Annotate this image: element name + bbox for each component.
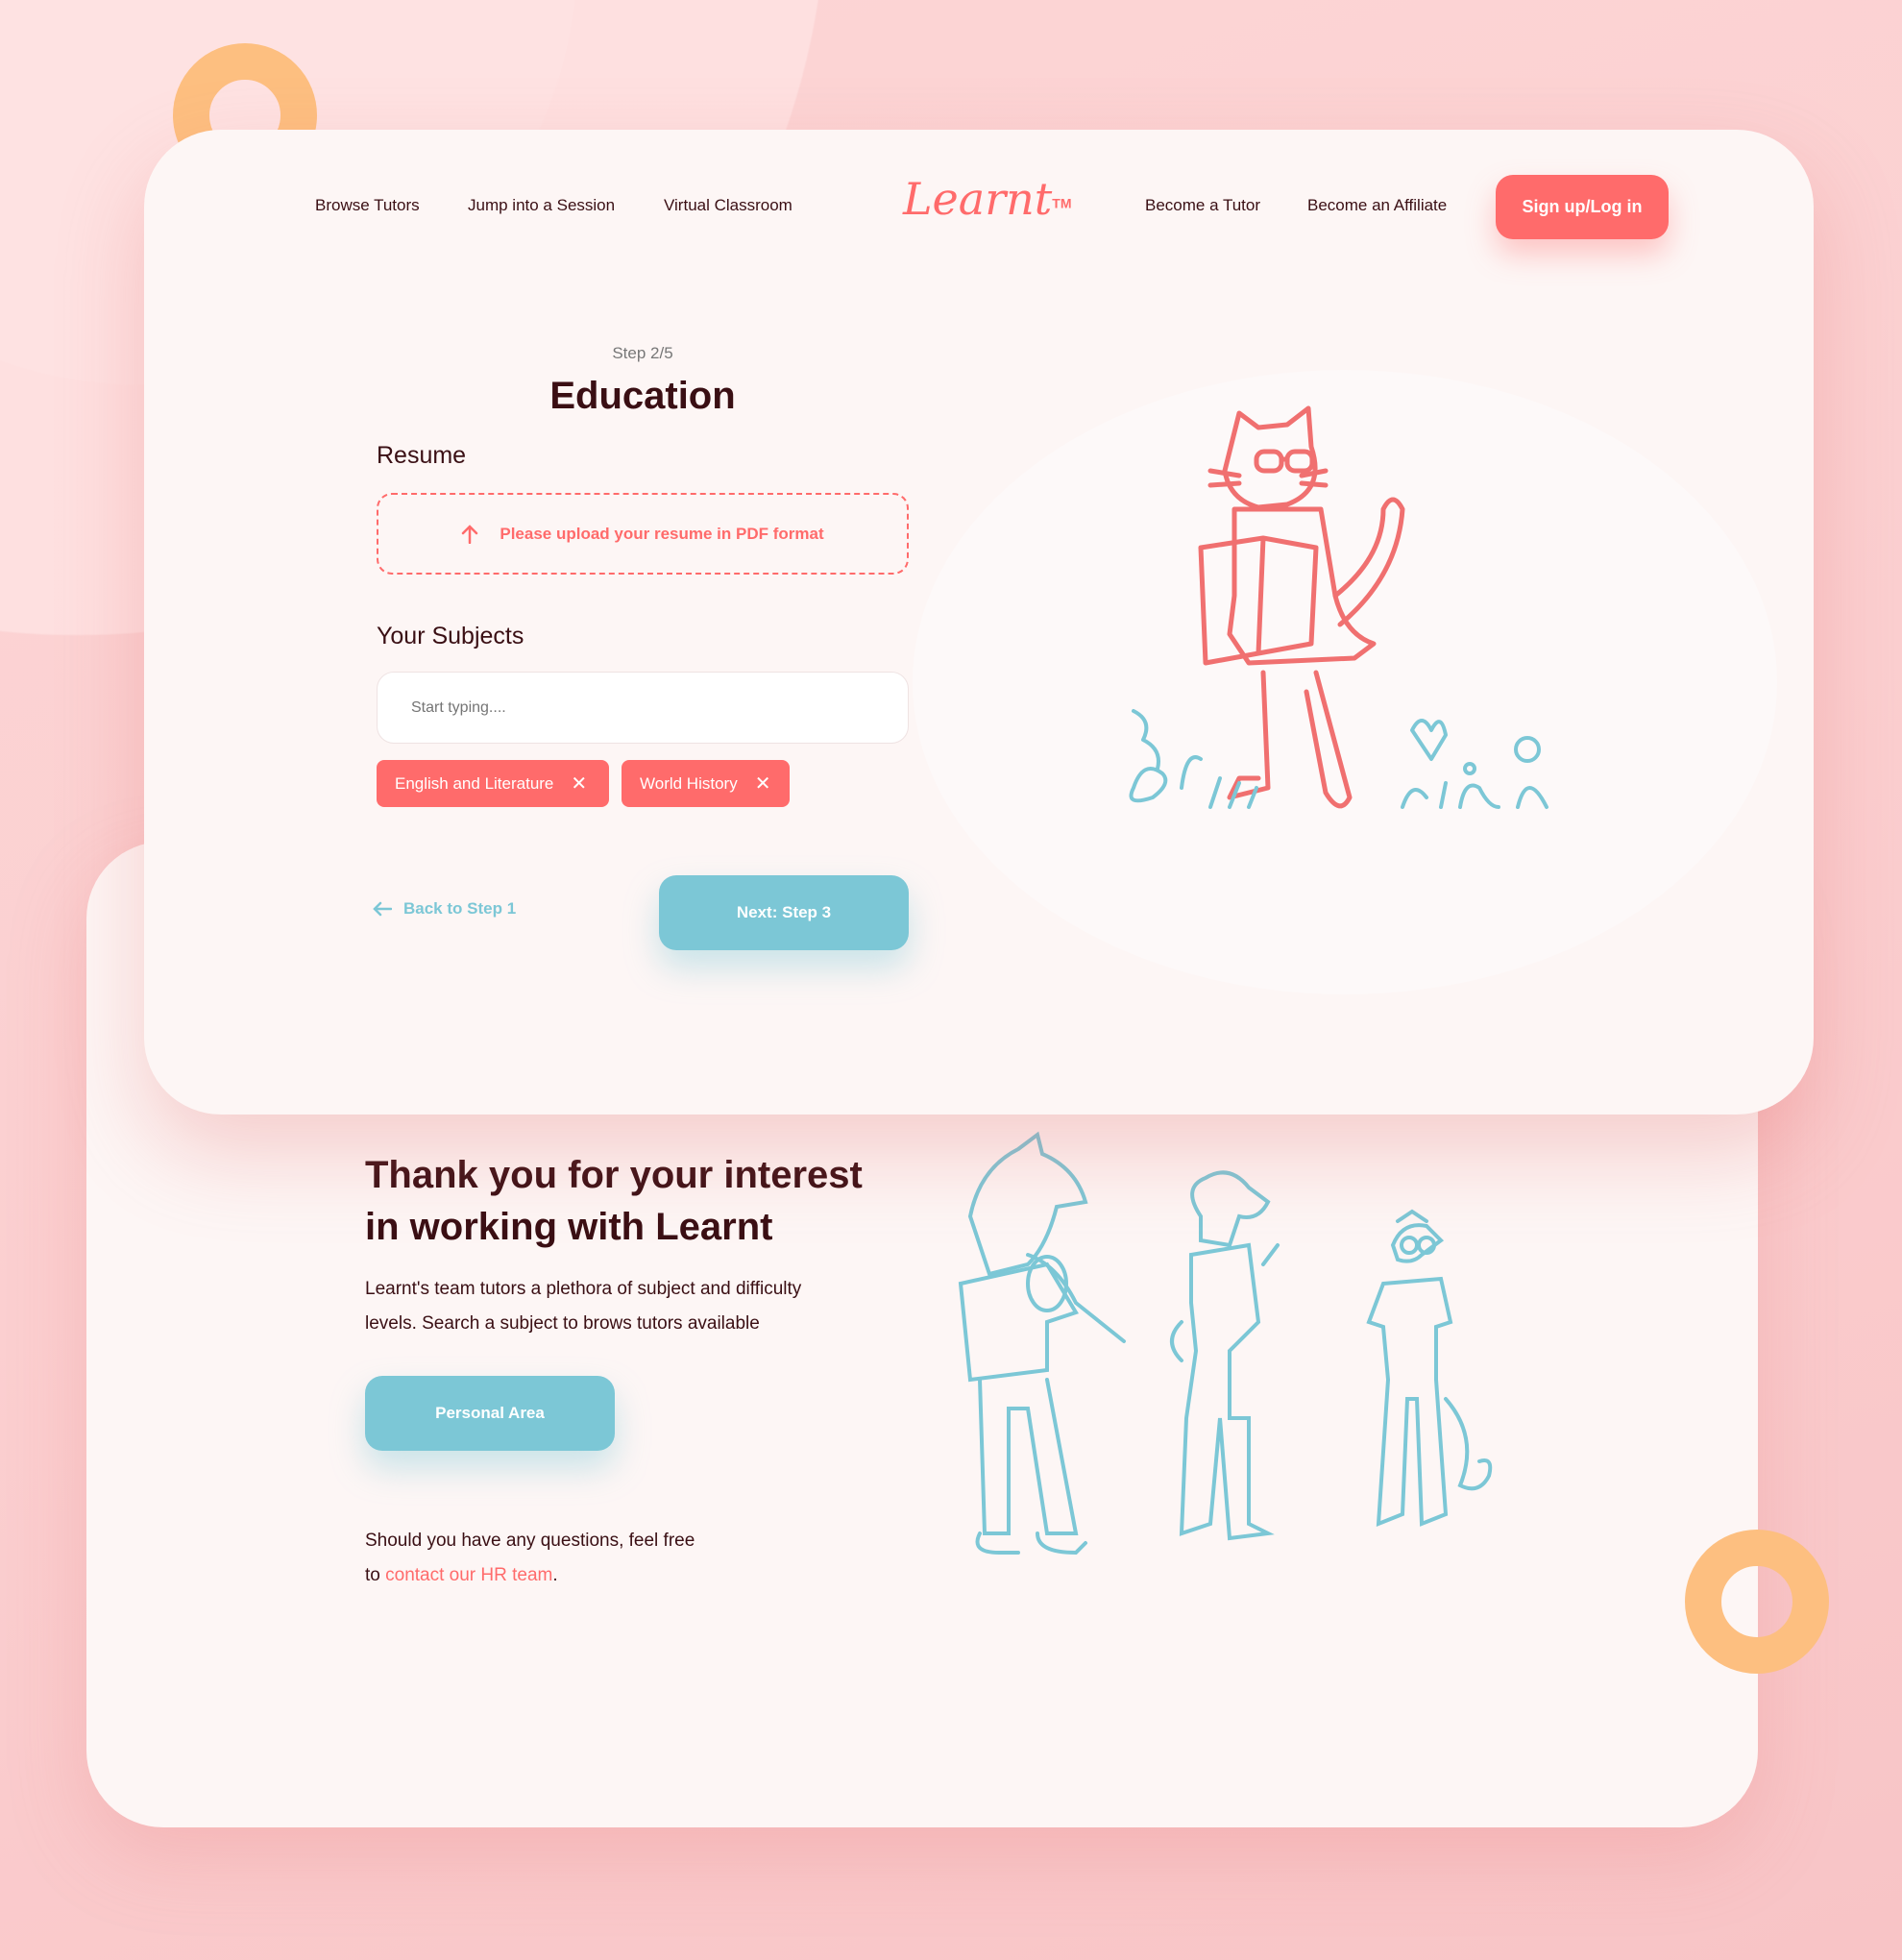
nav-jump-into-session[interactable]: Jump into a Session <box>468 196 615 215</box>
heading-line: Thank you for your interest <box>365 1154 863 1196</box>
questions-line: Should you have any questions, feel free <box>365 1531 695 1551</box>
next-step-button[interactable]: Next: Step 3 <box>659 875 909 950</box>
questions-text: Should you have any questions, feel free… <box>365 1524 695 1593</box>
upload-arrow-icon <box>462 524 478 544</box>
subjects-search-input[interactable] <box>377 672 909 744</box>
body-line: levels. Search a subject to brows tutors… <box>365 1313 760 1334</box>
upload-text: Please upload your resume in PDF format <box>500 524 824 543</box>
body-line: Learnt's team tutors a plethora of subje… <box>365 1279 802 1299</box>
personal-area-button[interactable]: Personal Area <box>365 1376 615 1451</box>
remove-chip-icon[interactable]: ✕ <box>571 772 587 796</box>
heading-line: in working with Learnt <box>365 1206 773 1248</box>
remove-chip-icon[interactable]: ✕ <box>755 772 771 796</box>
subjects-label: Your Subjects <box>377 623 524 649</box>
logo-tm: TM <box>1052 195 1072 211</box>
subject-chip: English and Literature ✕ <box>377 760 609 807</box>
nav-browse-tutors[interactable]: Browse Tutors <box>315 196 420 215</box>
back-to-step1-link[interactable]: Back to Step 1 <box>373 899 516 919</box>
arrow-left-icon <box>373 901 392 917</box>
page-title: Education <box>549 375 736 417</box>
resume-label: Resume <box>377 442 467 469</box>
thanks-body: Learnt's team tutors a plethora of subje… <box>365 1272 801 1341</box>
step-indicator: Step 2/5 <box>612 344 673 362</box>
learnt-logo[interactable]: LearntTM <box>903 173 1072 240</box>
chip-label: English and Literature <box>395 773 554 793</box>
decor-ring <box>1685 1530 1829 1674</box>
resume-upload-dropzone[interactable]: Please upload your resume in PDF format <box>377 493 909 575</box>
logo-text: Learnt <box>903 173 1053 225</box>
nav-become-affiliate[interactable]: Become an Affiliate <box>1307 196 1447 215</box>
thanks-heading: Thank you for your interest in working w… <box>365 1149 863 1253</box>
signup-login-button[interactable]: Sign up/Log in <box>1496 175 1669 239</box>
back-label: Back to Step 1 <box>403 899 517 918</box>
chip-label: World History <box>640 773 738 793</box>
tutors-illustration <box>958 1131 1493 1556</box>
nav-virtual-classroom[interactable]: Virtual Classroom <box>664 196 792 215</box>
cat-reading-illustration <box>1129 405 1548 809</box>
questions-suffix: . <box>552 1565 558 1585</box>
subject-chip: World History ✕ <box>622 760 790 807</box>
contact-hr-link[interactable]: contact our HR team <box>385 1565 552 1585</box>
nav-become-tutor[interactable]: Become a Tutor <box>1145 196 1260 215</box>
questions-prefix: to <box>365 1565 386 1585</box>
